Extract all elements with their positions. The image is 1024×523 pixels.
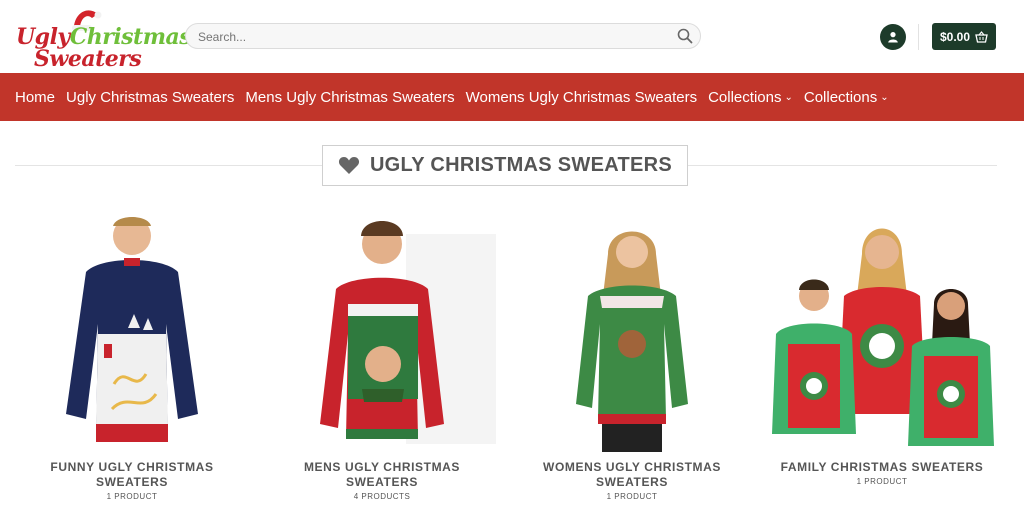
nav-item-collections-1[interactable]: Collections ⌄ [708, 89, 793, 106]
basket-icon [975, 30, 988, 43]
product-name[interactable]: MENS UGLY CHRISTMAS SWEATERS [266, 460, 498, 490]
product-count: 4 PRODUCTS [353, 492, 411, 501]
logo-text-line2: Sweaters [34, 46, 142, 72]
sweater-photo-womens [576, 231, 688, 452]
nav-item-mens[interactable]: Mens Ugly Christmas Sweaters [245, 89, 454, 106]
nav-item-home[interactable]: Home [15, 89, 55, 106]
chevron-down-icon: ⌄ [880, 91, 889, 103]
product-card-womens[interactable]: WOMENS UGLY CHRISTMAS SWEATERS 1 PRODUCT [516, 214, 748, 501]
product-count: 1 PRODUCT [856, 477, 908, 486]
product-card-family[interactable]: FAMILY CHRISTMAS SWEATERS 1 PRODUCT [766, 214, 998, 486]
product-card-mens[interactable]: MENS UGLY CHRISTMAS SWEATERS 4 PRODUCTS [266, 214, 498, 501]
sweater-photo-family [772, 228, 994, 446]
product-name[interactable]: FUNNY UGLY CHRISTMAS SWEATERS [16, 460, 248, 490]
heart-icon [338, 157, 359, 174]
section-title: UGLY CHRISTMAS SWEATERS [322, 145, 688, 186]
search-bar [185, 23, 701, 49]
cart-amount: $0.00 [939, 29, 971, 44]
search-input[interactable] [196, 27, 670, 47]
site-logo[interactable]: UglyChristmas Sweaters [14, 4, 192, 72]
site-header: UglyChristmas Sweaters $0.00 [0, 0, 1024, 73]
chevron-down-icon: ⌄ [784, 91, 793, 103]
sweater-photo-funny [66, 217, 198, 442]
product-count: 1 PRODUCT [106, 492, 158, 501]
sweater-photo-mens [320, 221, 496, 444]
nav-item-womens[interactable]: Womens Ugly Christmas Sweaters [466, 89, 697, 106]
user-icon [888, 32, 898, 43]
product-image[interactable] [16, 214, 248, 454]
nav-item-collections-2[interactable]: Collections ⌄ [804, 89, 889, 106]
product-count: 1 PRODUCT [606, 492, 658, 501]
product-name[interactable]: FAMILY CHRISTMAS SWEATERS [766, 460, 998, 475]
product-image[interactable] [516, 214, 748, 454]
nav-item-ugly-christmas-sweaters[interactable]: Ugly Christmas Sweaters [66, 89, 234, 106]
header-divider [918, 24, 919, 50]
product-name[interactable]: WOMENS UGLY CHRISTMAS SWEATERS [516, 460, 748, 490]
product-card-funny[interactable]: FUNNY UGLY CHRISTMAS SWEATERS 1 PRODUCT [16, 214, 248, 501]
product-image[interactable] [266, 214, 498, 454]
account-button[interactable] [880, 24, 906, 50]
search-icon[interactable] [676, 27, 694, 45]
product-image[interactable] [766, 214, 998, 454]
cart-button[interactable]: $0.00 [932, 23, 996, 50]
main-nav: Home Ugly Christmas Sweaters Mens Ugly C… [0, 73, 1024, 121]
